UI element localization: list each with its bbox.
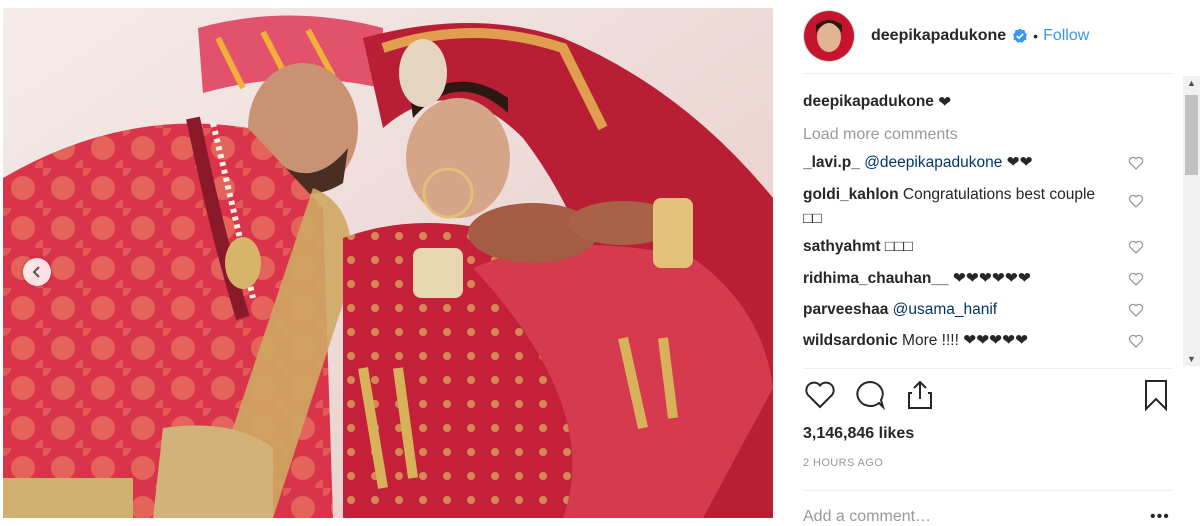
comment-username[interactable]: parveeshaa	[803, 301, 888, 318]
wedding-photo	[3, 8, 773, 518]
caption-username[interactable]: deepikapadukone	[803, 93, 934, 111]
separator-dot: •	[1033, 28, 1039, 44]
comment-username[interactable]: _lavi.p_	[803, 154, 860, 171]
comment-mention[interactable]: @deepikapadukone	[864, 154, 1002, 171]
carousel-prev-button[interactable]	[23, 258, 51, 286]
share-icon[interactable]	[903, 378, 937, 412]
more-options-button[interactable]: •••	[1150, 508, 1170, 526]
caption-text: ❤	[938, 93, 952, 111]
comment-item: parveeshaa @usama_hanif	[803, 298, 1158, 329]
header-username[interactable]: deepikapadukone	[871, 27, 1006, 45]
add-comment-input[interactable]: Add a comment…	[803, 508, 931, 526]
comments-divider	[803, 368, 1172, 369]
post-photo[interactable]	[3, 8, 773, 518]
post-header: deepikapadukone • Follow	[803, 0, 1172, 72]
avatar-image	[804, 11, 854, 61]
comment-like-heart-icon[interactable]	[1128, 302, 1144, 318]
comment-bubble-icon[interactable]	[853, 378, 887, 412]
post-timestamp[interactable]: 2 HOURS AGO	[803, 457, 883, 469]
comment-like-heart-icon[interactable]	[1128, 333, 1144, 349]
comment-item: ridhima_chauhan__ ❤❤❤❤❤❤	[803, 267, 1158, 298]
comment-text: ❤❤❤❤❤❤	[948, 270, 1031, 287]
comment-item: sathyahmt □□□	[803, 235, 1158, 267]
comments-scrollbar[interactable]: ▲ ▼	[1183, 76, 1200, 366]
verified-badge-icon	[1013, 28, 1028, 43]
comment-item: _lavi.p_ @deepikapadukone ❤❤	[803, 151, 1158, 183]
heart-icon[interactable]	[803, 378, 837, 412]
action-bar	[803, 378, 1167, 418]
comment-like-heart-icon[interactable]	[1128, 239, 1144, 255]
comment-text: ❤❤	[1002, 154, 1033, 171]
post-side-panel: deepikapadukone • Follow deepikapadukone…	[789, 0, 1172, 525]
likes-count[interactable]: 3,146,846 likes	[803, 425, 914, 443]
bookmark-icon[interactable]	[1139, 378, 1173, 412]
avatar[interactable]	[803, 10, 855, 62]
scroll-up-arrow-icon[interactable]: ▲	[1183, 76, 1200, 90]
comment-mention[interactable]: @usama_hanif	[893, 301, 998, 318]
comment-like-heart-icon[interactable]	[1128, 271, 1144, 287]
post-caption: deepikapadukone ❤	[803, 86, 1158, 118]
comment-like-heart-icon[interactable]	[1128, 193, 1144, 209]
follow-button[interactable]: Follow	[1043, 27, 1089, 45]
comment-like-heart-icon[interactable]	[1128, 155, 1144, 171]
comment-text: □□□	[880, 238, 913, 255]
load-more-comments-button[interactable]: Load more comments	[803, 118, 1158, 151]
comment-username[interactable]: goldi_kahlon	[803, 186, 899, 203]
scroll-down-arrow-icon[interactable]: ▼	[1183, 352, 1200, 366]
comment-item: goldi_kahlon Congratulations best couple…	[803, 183, 1158, 235]
comment-username[interactable]: ridhima_chauhan__	[803, 270, 949, 287]
comment-username[interactable]: sathyahmt	[803, 238, 881, 255]
comment-item: wildsardonic More !!!! ❤❤❤❤❤	[803, 329, 1158, 360]
comments-list: deepikapadukone ❤ Load more comments _la…	[803, 86, 1158, 366]
scrollbar-thumb[interactable]	[1185, 95, 1198, 175]
header-divider	[803, 73, 1172, 74]
footer-divider	[803, 490, 1172, 491]
chevron-left-icon	[32, 266, 40, 278]
comment-text: More !!!! ❤❤❤❤❤	[897, 332, 1029, 349]
comment-username[interactable]: wildsardonic	[803, 332, 898, 349]
